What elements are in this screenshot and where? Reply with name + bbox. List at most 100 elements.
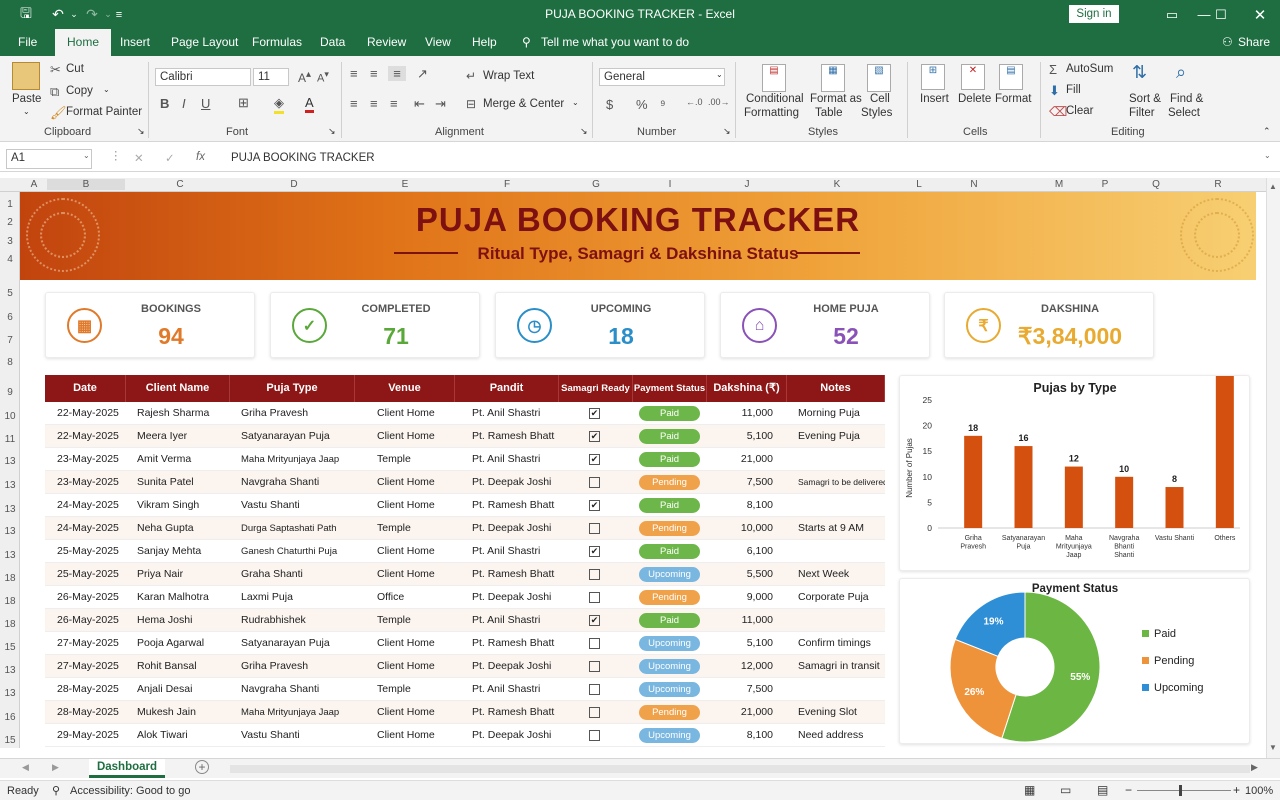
table-row[interactable]: 23-May-2025 Sunita Patel Navgraha Shanti Cl… [45, 471, 885, 494]
table-row[interactable]: 26-May-2025 Karan Malhotra Laxmi Puja Offic… [45, 586, 885, 609]
table-cell[interactable]: Client Home [355, 425, 455, 448]
accessibility-status[interactable]: Accessibility: Good to go [70, 785, 190, 797]
column-header[interactable]: F [456, 179, 558, 190]
column-header[interactable]: J [708, 179, 786, 190]
table-cell[interactable]: Client Home [355, 701, 455, 724]
align-center-icon[interactable]: ≡ [370, 96, 378, 111]
table-row[interactable]: 27-May-2025 Rohit Bansal Griha Pravesh Clie… [45, 655, 885, 678]
zoom-slider-thumb[interactable] [1179, 785, 1182, 796]
row-header[interactable]: 18 [0, 596, 20, 607]
zoom-level[interactable]: 100% [1245, 785, 1273, 797]
column-heading[interactable]: Client Name [126, 375, 230, 402]
table-cell[interactable]: Client Home [355, 471, 455, 494]
insert-cells-button[interactable]: Insert [920, 93, 949, 105]
table-cell[interactable]: 8,100 [707, 724, 787, 747]
table-cell[interactable]: Samagri to be delivered [787, 471, 885, 494]
tab-page-layout[interactable]: Page Layout [171, 29, 238, 56]
samagri-checkbox[interactable] [589, 638, 600, 649]
table-cell[interactable]: Pt. Anil Shastri [455, 540, 559, 563]
table-cell[interactable]: Vastu Shanti [230, 494, 355, 517]
table-cell[interactable]: Pt. Ramesh Bhatt [455, 632, 559, 655]
font-size-select[interactable]: 11 [253, 68, 289, 86]
table-row[interactable]: 25-May-2025 Priya Nair Graha Shanti Client … [45, 563, 885, 586]
table-row[interactable]: 22-May-2025 Rajesh Sharma Griha Pravesh Cli… [45, 402, 885, 425]
fill-button[interactable]: Fill [1066, 84, 1081, 96]
row-header[interactable]: 1 [0, 199, 20, 210]
samagri-checkbox[interactable] [589, 707, 600, 718]
samagri-cell[interactable] [559, 724, 633, 747]
table-cell[interactable]: 7,500 [707, 471, 787, 494]
normal-view-icon[interactable]: ▦ [1024, 783, 1035, 797]
fill-color-icon[interactable]: ◈ [274, 95, 284, 114]
sort-filter-label-a[interactable]: Sort & [1129, 93, 1161, 105]
table-cell[interactable]: 23-May-2025 [45, 448, 126, 471]
payment-status-cell[interactable]: Upcoming [633, 724, 707, 747]
format-as-table-label-b[interactable]: Table [815, 107, 843, 119]
table-cell[interactable]: Next Week [787, 563, 885, 586]
table-cell[interactable]: Temple [355, 517, 455, 540]
row-header[interactable]: 3 [0, 236, 20, 247]
table-cell[interactable]: 22-May-2025 [45, 425, 126, 448]
table-cell[interactable]: Confirm timings [787, 632, 885, 655]
number-format-select[interactable]: General [599, 68, 725, 86]
decrease-indent-icon[interactable]: ⇤ [414, 96, 425, 112]
table-cell[interactable]: Hema Joshi [126, 609, 230, 632]
column-header[interactable]: G [560, 179, 632, 190]
row-header[interactable]: 9 [0, 387, 20, 398]
table-cell[interactable]: 9,000 [707, 586, 787, 609]
autosum-button[interactable]: AutoSum [1066, 63, 1113, 75]
table-cell[interactable]: Pt. Ramesh Bhatt [455, 563, 559, 586]
delete-cells-button[interactable]: Delete [958, 93, 991, 105]
share-icon[interactable]: ⚇ [1222, 29, 1233, 56]
table-cell[interactable]: Client Home [355, 540, 455, 563]
decrease-decimal-icon[interactable]: .00→ [708, 97, 730, 107]
payment-status-cell[interactable]: Paid [633, 609, 707, 632]
table-cell[interactable]: Sanjay Mehta [126, 540, 230, 563]
scroll-sheets-right-icon[interactable]: ▶ [52, 762, 59, 773]
column-heading[interactable]: Venue [355, 375, 455, 402]
share-button[interactable]: Share [1238, 29, 1270, 56]
table-cell[interactable]: 21,000 [707, 448, 787, 471]
table-cell[interactable]: Pt. Deepak Joshi [455, 517, 559, 540]
payment-status-cell[interactable]: Upcoming [633, 678, 707, 701]
currency-icon[interactable]: $ [606, 97, 613, 112]
table-row[interactable]: 28-May-2025 Mukesh Jain Maha Mrityunjaya J… [45, 701, 885, 724]
orientation-icon[interactable]: ↗ [417, 66, 428, 82]
samagri-checkbox[interactable] [589, 523, 600, 534]
table-cell[interactable] [787, 540, 885, 563]
row-header[interactable]: 13 [0, 526, 20, 537]
confirm-entry-icon[interactable]: ✓ [165, 151, 175, 165]
column-header[interactable]: K [788, 179, 886, 190]
row-header[interactable]: 13 [0, 550, 20, 561]
table-row[interactable]: 24-May-2025 Neha Gupta Durga Saptashati Pa… [45, 517, 885, 540]
vertical-scrollbar[interactable]: ▲ ▼ [1266, 178, 1280, 758]
table-cell[interactable]: Mukesh Jain [126, 701, 230, 724]
find-select-label-b[interactable]: Select [1168, 107, 1200, 119]
tab-review[interactable]: Review [367, 29, 406, 56]
samagri-cell[interactable] [559, 632, 633, 655]
cancel-entry-icon[interactable]: ✕ [134, 151, 144, 165]
table-cell[interactable] [787, 494, 885, 517]
bold-icon[interactable]: B [160, 96, 169, 111]
paste-icon[interactable] [12, 62, 40, 90]
samagri-cell[interactable]: ✔ [559, 425, 633, 448]
table-cell[interactable]: Client Home [355, 632, 455, 655]
samagri-cell[interactable] [559, 471, 633, 494]
table-cell[interactable]: Griha Pravesh [230, 402, 355, 425]
row-header[interactable]: 5 [0, 288, 20, 299]
scroll-sheets-left-icon[interactable]: ◀ [22, 762, 29, 773]
horizontal-scrollbar[interactable] [230, 765, 1250, 773]
column-header[interactable]: R [1199, 179, 1237, 190]
new-sheet-button[interactable]: + [195, 760, 209, 774]
table-cell[interactable]: 25-May-2025 [45, 563, 126, 586]
table-cell[interactable]: Alok Tiwari [126, 724, 230, 747]
payment-status-cell[interactable]: Pending [633, 586, 707, 609]
row-header[interactable]: 13 [0, 456, 20, 467]
column-header[interactable]: B [47, 179, 125, 190]
samagri-checkbox[interactable] [589, 592, 600, 603]
samagri-cell[interactable] [559, 701, 633, 724]
samagri-cell[interactable]: ✔ [559, 402, 633, 425]
row-header[interactable]: 13 [0, 688, 20, 699]
table-cell[interactable] [787, 678, 885, 701]
bar[interactable] [1064, 466, 1083, 528]
